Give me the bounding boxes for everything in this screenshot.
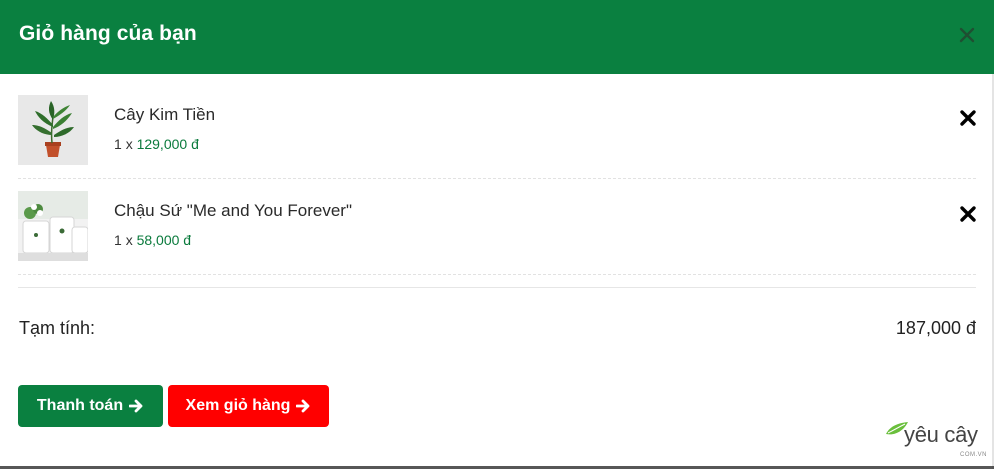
product-image[interactable] <box>18 191 88 261</box>
checkout-button[interactable]: Thanh toán <box>18 385 163 427</box>
site-logo[interactable]: yêu cây COM.VN <box>884 420 987 460</box>
cart-item: Cây Kim Tiền 1 x 129,000 đ <box>18 95 976 191</box>
logo-subtext: COM.VN <box>960 452 987 458</box>
view-cart-label: Xem giỏ hàng <box>185 397 291 414</box>
subtotal-value: 187,000 đ <box>895 318 976 338</box>
multiplier: x <box>125 136 133 152</box>
quantity: 1 <box>114 136 122 152</box>
product-name[interactable]: Cây Kim Tiền <box>114 105 215 125</box>
remove-item-button[interactable] <box>959 109 977 127</box>
modal-title: Giỏ hàng của bạn <box>19 22 197 45</box>
subtotal-divider <box>18 287 976 288</box>
product-image[interactable] <box>18 95 88 165</box>
cart-modal: Giỏ hàng của bạn Cây Kim Tiền 1 x 129,00… <box>0 0 994 469</box>
unit-price: 129,000 đ <box>136 136 199 152</box>
multiplier: x <box>125 232 133 248</box>
quantity: 1 <box>114 232 122 248</box>
modal-header: Giỏ hàng của bạn <box>0 0 994 74</box>
remove-icon <box>960 206 976 222</box>
product-name[interactable]: Chậu Sứ "Me and You Forever" <box>114 201 352 221</box>
item-divider <box>18 178 976 179</box>
cart-item: Chậu Sứ "Me and You Forever" 1 x 58,000 … <box>18 191 976 287</box>
product-quantity-price: 1 x 129,000 đ <box>114 136 199 152</box>
subtotal-label: Tạm tính: <box>19 318 96 338</box>
remove-item-button[interactable] <box>959 205 977 223</box>
close-button[interactable] <box>956 24 978 46</box>
item-divider <box>18 274 976 275</box>
checkout-label: Thanh toán <box>36 397 124 414</box>
unit-price: 58,000 đ <box>136 232 192 248</box>
logo-text: yêu cây <box>904 422 978 447</box>
product-quantity-price: 1 x 58,000 đ <box>114 232 191 248</box>
remove-icon <box>960 110 976 126</box>
view-cart-button[interactable]: Xem giỏ hàng <box>168 385 329 427</box>
arrow-right-icon <box>296 399 310 413</box>
close-icon <box>959 27 975 43</box>
arrow-right-icon <box>129 399 143 413</box>
